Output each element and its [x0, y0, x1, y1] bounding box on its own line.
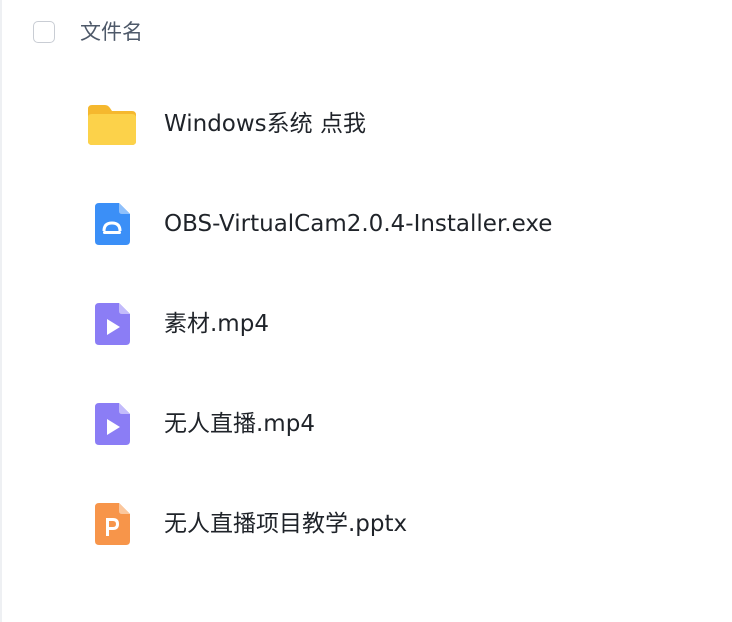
file-row-exe[interactable]: OBS-VirtualCam2.0.4-Installer.exe: [0, 174, 732, 274]
column-header-filename: 文件名: [80, 20, 143, 44]
file-name[interactable]: OBS-VirtualCam2.0.4-Installer.exe: [164, 209, 552, 239]
select-all-checkbox[interactable]: [33, 21, 55, 43]
file-list: Windows系统 点我 OBS-VirtualCam2.0.4-Install…: [0, 74, 732, 574]
file-name[interactable]: 无人直播项目教学.pptx: [164, 509, 407, 539]
file-name[interactable]: 素材.mp4: [164, 309, 269, 339]
file-row-pptx[interactable]: 无人直播项目教学.pptx: [0, 474, 732, 574]
ppt-file-icon: [86, 501, 138, 547]
folder-icon: [86, 101, 138, 147]
file-row-video[interactable]: 素材.mp4: [0, 274, 732, 374]
video-file-icon: [86, 401, 138, 447]
file-list-header: 文件名: [0, 0, 732, 64]
file-row-folder[interactable]: Windows系统 点我: [0, 74, 732, 174]
file-row-video[interactable]: 无人直播.mp4: [0, 374, 732, 474]
exe-file-icon: [86, 201, 138, 247]
file-name[interactable]: Windows系统 点我: [164, 109, 366, 139]
file-name[interactable]: 无人直播.mp4: [164, 409, 315, 439]
video-file-icon: [86, 301, 138, 347]
